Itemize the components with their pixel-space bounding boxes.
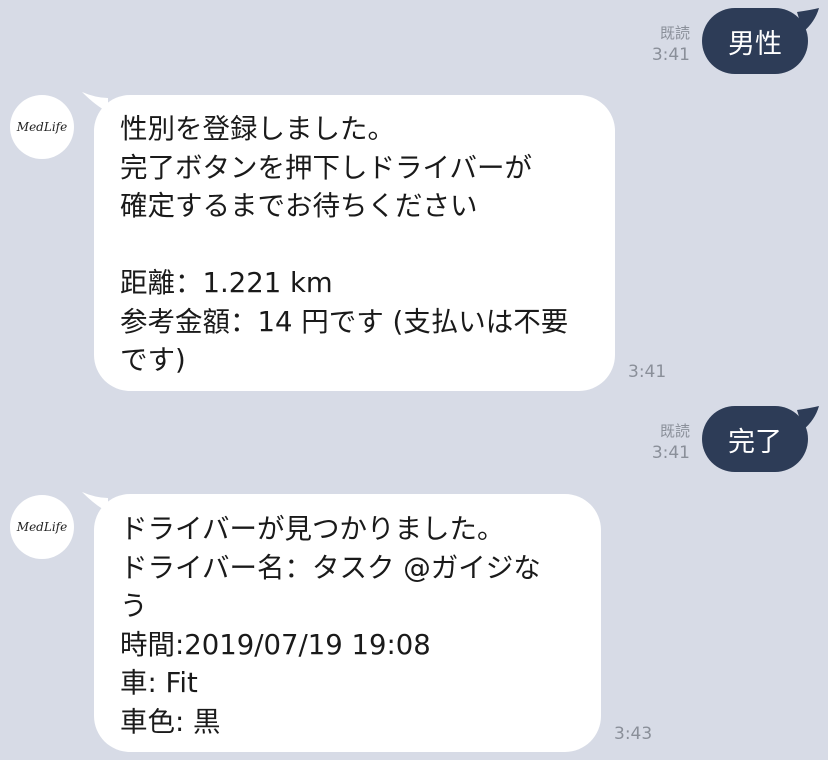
message-time: 3:41 <box>628 362 667 382</box>
message-line: 確定するまでお待ちください <box>120 190 478 222</box>
message-time: 3:43 <box>614 724 653 744</box>
message-line: 車: Fit <box>120 667 198 699</box>
message-meta: 既読 3:41 <box>630 22 690 66</box>
outgoing-message-bubble[interactable]: 完了 <box>702 406 808 472</box>
message-line: 車色: 黒 <box>120 705 221 738</box>
message-line-blank <box>120 226 615 265</box>
message-line: ドライバーが見つかりました。 <box>120 513 505 545</box>
outgoing-message-bubble[interactable]: 男性 <box>702 8 808 74</box>
message-time: 3:41 <box>651 443 690 463</box>
avatar-logo-text: MedLife <box>16 520 68 534</box>
message-meta: 既読 3:41 <box>630 420 690 464</box>
bubble-tail <box>797 406 819 430</box>
message-line: 参考金額：14 円です (支払いは不要 <box>120 305 569 338</box>
avatar-logo-text: MedLife <box>16 120 68 134</box>
chat-message-list[interactable]: 既読 3:41 男性 MedLife 性別を登録しました。 完了ボタンを押下しド… <box>0 0 828 760</box>
message-line: です) <box>120 344 186 376</box>
message-line: 完了ボタンを押下しドライバーが <box>120 151 532 184</box>
message-text: 完了 <box>728 426 782 458</box>
message-line: 性別を登録しました。 <box>120 113 395 145</box>
incoming-message-bubble[interactable]: ドライバーが見つかりました。 ドライバー名：タスク @ガイジな う 時間:201… <box>94 494 601 752</box>
message-line: 距離：1.221 km <box>120 267 333 299</box>
sender-avatar[interactable]: MedLife <box>10 495 74 559</box>
bubble-tail <box>797 8 819 32</box>
incoming-message-bubble[interactable]: 性別を登録しました。 完了ボタンを押下しドライバーが 確定するまでお待ちください… <box>94 95 615 391</box>
message-line: ドライバー名：タスク @ガイジな <box>120 551 541 584</box>
read-receipt: 既読 <box>659 24 690 42</box>
message-line: 時間:2019/07/19 19:08 <box>120 628 431 661</box>
sender-avatar[interactable]: MedLife <box>10 95 74 159</box>
message-time: 3:41 <box>651 45 690 65</box>
message-text: 男性 <box>728 28 782 60</box>
message-line: う <box>120 590 148 622</box>
read-receipt: 既読 <box>659 422 690 440</box>
